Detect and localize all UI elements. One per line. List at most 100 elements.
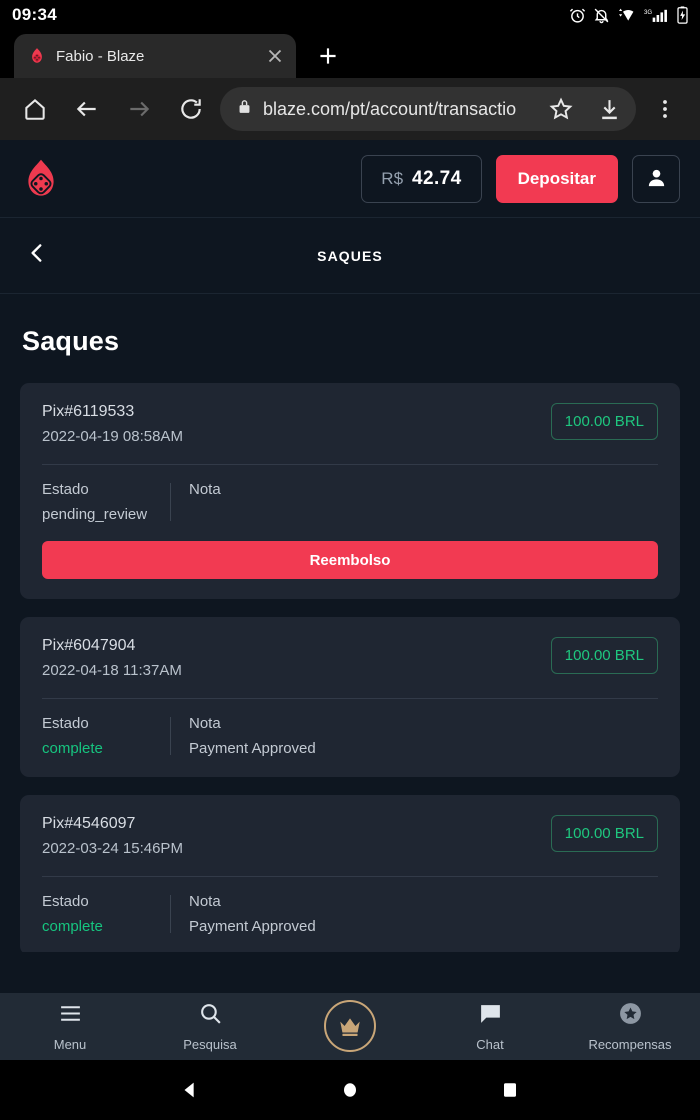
battery-charging-icon: [677, 6, 688, 24]
nota-value: Payment Approved: [189, 740, 316, 757]
status-icon-group: 3G: [569, 6, 688, 24]
chevron-left-icon: [24, 240, 50, 271]
estado-value: pending_review: [42, 506, 148, 523]
transaction-id: Pix#6119533: [42, 403, 135, 420]
person-icon: [645, 166, 668, 192]
estado-column: Estado pending_review: [42, 481, 170, 523]
estado-column: Estado complete: [42, 893, 170, 935]
phone-screen: 09:34 3G Fabio - Blaze blaze.com/pt/acco…: [0, 0, 700, 1120]
search-icon: [198, 1001, 223, 1031]
signal-3g-icon: 3G: [644, 7, 670, 23]
recents-square-icon[interactable]: [485, 1065, 535, 1115]
nota-column: Nota: [189, 481, 221, 523]
status-clock: 09:34: [12, 5, 57, 24]
android-nav-bar: [0, 1060, 700, 1120]
estado-value: complete: [42, 918, 103, 935]
transaction-meta: Estado pending_review Nota: [42, 481, 658, 523]
nav-label-menu: Menu: [53, 1037, 87, 1052]
url-text: blaze.com/pt/account/transactio: [263, 98, 517, 119]
transaction-amount: 100.00 BRL: [550, 637, 658, 674]
blaze-flame-dice-logo[interactable]: [20, 157, 62, 201]
estado-column: Estado complete: [42, 715, 170, 757]
transaction-header: Pix#6047904 2022-04-18 11:37AM 100.00 BR…: [42, 637, 658, 679]
deposit-button[interactable]: Depositar: [495, 154, 618, 203]
close-icon[interactable]: [264, 45, 286, 67]
transaction-card[interactable]: Pix#4546097 2022-03-24 15:46PM 100.00 BR…: [20, 795, 680, 952]
divider: [42, 464, 658, 465]
transaction-id: Pix#4546097: [42, 815, 136, 832]
divider: [42, 876, 658, 877]
nav-label-pesquisa: Pesquisa: [183, 1037, 237, 1052]
nav-item-recompensas[interactable]: Recompensas: [560, 993, 700, 1060]
nav-item-crown[interactable]: [280, 993, 420, 1060]
home-icon[interactable]: [12, 86, 58, 132]
transaction-card[interactable]: Pix#6047904 2022-04-18 11:37AM 100.00 BR…: [20, 617, 680, 777]
star-icon[interactable]: [542, 90, 580, 128]
back-button[interactable]: [6, 225, 68, 287]
transaction-card[interactable]: Pix#6119533 2022-04-19 08:58AM 100.00 BR…: [20, 383, 680, 599]
transaction-date: 2022-04-19 08:58AM: [42, 428, 183, 445]
transaction-header: Pix#4546097 2022-03-24 15:46PM 100.00 BR…: [42, 815, 658, 857]
estado-label: Estado: [42, 893, 89, 910]
android-status-bar: 09:34 3G: [0, 0, 700, 30]
transaction-meta: Estado complete Nota Payment Approved: [42, 893, 658, 935]
wifi-icon: [617, 7, 637, 23]
nav-label-recompensas: Recompensas: [588, 1037, 672, 1052]
nav-item-menu[interactable]: Menu: [0, 993, 140, 1060]
reload-icon[interactable]: [168, 86, 214, 132]
svg-text:3G: 3G: [644, 10, 652, 16]
alarm-icon: [569, 7, 586, 24]
star-circle-icon: [618, 1001, 643, 1031]
new-tab-button[interactable]: [306, 34, 350, 78]
nota-label: Nota: [189, 481, 221, 498]
browser-toolbar: blaze.com/pt/account/transactio: [0, 78, 700, 140]
divider: [42, 698, 658, 699]
back-arrow-icon[interactable]: [64, 86, 110, 132]
meta-divider: [170, 483, 171, 521]
tab-title: Fabio - Blaze: [56, 47, 145, 65]
transaction-identity: Pix#6119533 2022-04-19 08:58AM: [42, 403, 183, 445]
meta-divider: [170, 895, 171, 933]
transaction-identity: Pix#6047904 2022-04-18 11:37AM: [42, 637, 182, 679]
nota-column: Nota Payment Approved: [189, 893, 316, 935]
refund-button[interactable]: Reembolso: [42, 541, 658, 579]
omnibox[interactable]: blaze.com/pt/account/transactio: [220, 87, 636, 131]
nav-item-chat[interactable]: Chat: [420, 993, 560, 1060]
nav-label-chat: Chat: [476, 1037, 504, 1052]
home-circle-icon[interactable]: [325, 1065, 375, 1115]
balance-amount: 42.74: [412, 167, 462, 189]
bell-muted-icon: [593, 7, 610, 24]
blaze-flame-icon: [28, 47, 46, 65]
estado-value: complete: [42, 740, 103, 757]
nota-label: Nota: [189, 893, 221, 910]
crown-icon: [324, 999, 376, 1052]
sub-header-title: SAQUES: [317, 247, 383, 264]
meta-divider: [170, 717, 171, 755]
overflow-menu-icon[interactable]: [642, 86, 688, 132]
account-button[interactable]: [632, 154, 680, 203]
estado-label: Estado: [42, 715, 89, 732]
transaction-header: Pix#6119533 2022-04-19 08:58AM 100.00 BR…: [42, 403, 658, 445]
nav-item-pesquisa[interactable]: Pesquisa: [140, 993, 280, 1060]
transaction-date: 2022-03-24 15:46PM: [42, 840, 183, 857]
download-icon[interactable]: [590, 90, 628, 128]
page-title: Saques: [22, 326, 120, 356]
chat-bubble-icon: [478, 1001, 503, 1031]
transaction-meta: Estado complete Nota Payment Approved: [42, 715, 658, 757]
transaction-date: 2022-04-18 11:37AM: [42, 662, 182, 679]
transaction-amount: 100.00 BRL: [550, 403, 658, 440]
nota-value: Payment Approved: [189, 918, 316, 935]
transaction-id: Pix#6047904: [42, 637, 136, 654]
lock-icon: [236, 98, 253, 120]
browser-tab[interactable]: Fabio - Blaze: [14, 34, 296, 78]
balance-display[interactable]: R$ 42.74: [361, 154, 482, 203]
nota-label: Nota: [189, 715, 221, 732]
estado-label: Estado: [42, 481, 89, 498]
site-header: R$ 42.74 Depositar: [0, 140, 700, 218]
browser-tab-strip: Fabio - Blaze: [0, 30, 700, 78]
nota-column: Nota Payment Approved: [189, 715, 316, 757]
back-triangle-icon[interactable]: [165, 1065, 215, 1115]
transaction-identity: Pix#4546097 2022-03-24 15:46PM: [42, 815, 183, 857]
balance-currency: R$: [381, 168, 404, 188]
app-bottom-nav: Menu Pesquisa Chat Recompensas: [0, 993, 700, 1060]
